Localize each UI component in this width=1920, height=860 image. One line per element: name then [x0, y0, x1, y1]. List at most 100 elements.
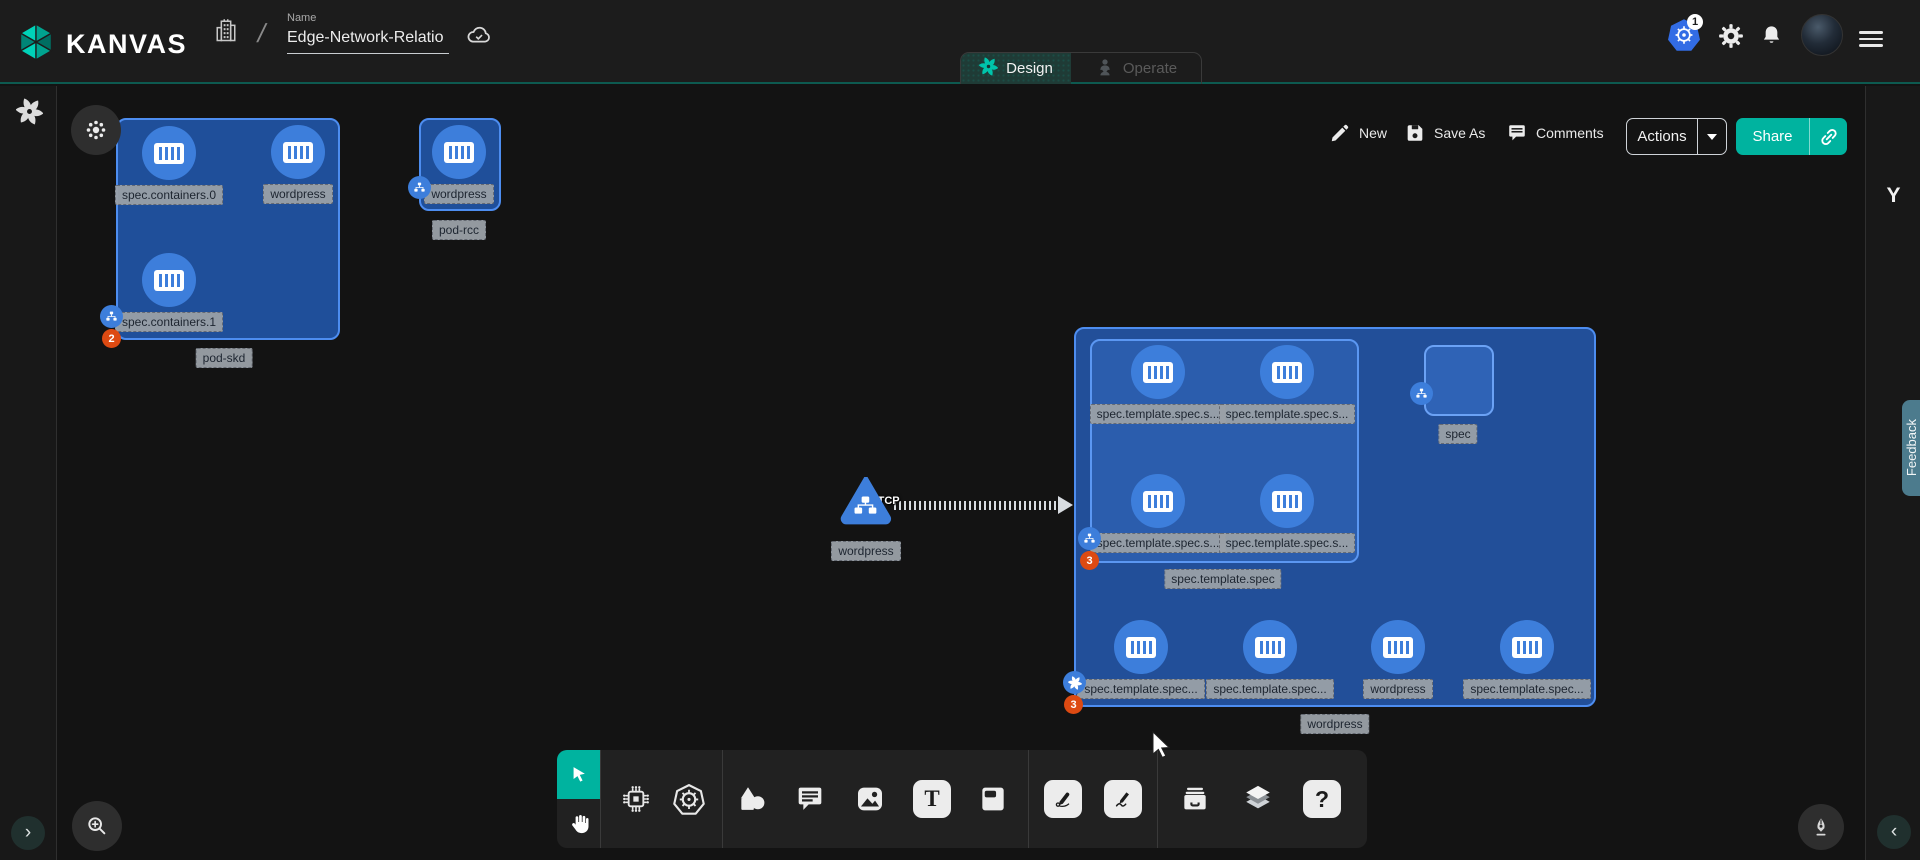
design-name-field[interactable]: Name Edge-Network-Relatio	[287, 12, 449, 54]
toolbar-divider	[1157, 750, 1158, 848]
tab-design[interactable]: Design	[961, 53, 1071, 84]
design-name-label: Name	[287, 12, 449, 24]
settings-gear-icon[interactable]	[1718, 23, 1744, 54]
text-tool[interactable]: T	[913, 780, 951, 818]
toolbar-divider	[600, 750, 601, 848]
notifications-bell-icon[interactable]	[1759, 23, 1784, 53]
node-service-wordpress[interactable]: wordpress	[837, 477, 895, 561]
sitemap-icon	[413, 181, 426, 194]
group-label-pod-skd: pod-skd	[196, 348, 253, 368]
help-square: ?	[1303, 780, 1341, 818]
freehand-draw-tool[interactable]	[1104, 780, 1142, 818]
new-button[interactable]: New	[1329, 122, 1387, 144]
count-badge[interactable]: 3	[1064, 695, 1083, 714]
help-tool[interactable]: ?	[1303, 780, 1341, 818]
service-triangle-icon	[838, 477, 894, 527]
node-wordpress-rcc[interactable]: wordpress	[432, 125, 486, 204]
new-label: New	[1359, 125, 1387, 141]
pan-tool[interactable]	[557, 799, 600, 848]
context-count-badge: 1	[1687, 14, 1703, 30]
layers-icon	[1241, 782, 1275, 816]
tab-operate-label: Operate	[1123, 60, 1177, 77]
layers-tool[interactable]	[1241, 782, 1275, 816]
kubernetes-tool[interactable]	[672, 782, 706, 816]
group-label-spec-template-spec: spec.template.spec	[1164, 569, 1281, 589]
node-label: spec.template.spec...	[1206, 679, 1333, 699]
text-tool-square: T	[913, 780, 951, 818]
image-icon	[854, 783, 886, 815]
components-tool[interactable]	[620, 783, 652, 815]
kanvas-logo-icon	[16, 22, 56, 67]
toolbar-divider	[722, 750, 723, 848]
group-label-deployment: wordpress	[1300, 714, 1369, 734]
container-icon	[142, 253, 196, 307]
feedback-tab[interactable]: Feedback	[1902, 400, 1920, 496]
node-deployment-wordpress[interactable]: wordpress	[1371, 620, 1425, 699]
chevron-down-icon	[1707, 134, 1717, 140]
node-deployment-container-3[interactable]: spec.template.spec...	[1500, 620, 1554, 699]
network-badge[interactable]	[100, 305, 123, 328]
spiral-icon	[1068, 676, 1082, 690]
design-name-value[interactable]: Edge-Network-Relatio	[287, 29, 449, 54]
feedback-label: Feedback	[1904, 419, 1919, 476]
node-spec-containers-1[interactable]: spec.containers.1	[142, 253, 196, 332]
user-avatar[interactable]	[1801, 14, 1843, 56]
group-spec[interactable]	[1424, 345, 1494, 416]
copy-link-section[interactable]	[1810, 126, 1847, 148]
tab-operate[interactable]: Operate	[1071, 53, 1201, 84]
note-tool[interactable]	[977, 783, 1009, 815]
container-icon	[1260, 345, 1314, 399]
node-template-container-2[interactable]: spec.template.spec.s...	[1131, 474, 1185, 553]
node-label: spec.template.spec.s...	[1219, 404, 1356, 424]
spiral-badge[interactable]	[1063, 671, 1086, 694]
actions-dropdown-button[interactable]: Actions	[1626, 118, 1727, 155]
yaml-panel-icon[interactable]: Y	[1866, 184, 1920, 208]
network-badge[interactable]	[1410, 382, 1433, 405]
network-badge[interactable]	[1078, 527, 1101, 550]
node-spec-containers-0[interactable]: spec.containers.0	[142, 126, 196, 205]
breadcrumb-separator: /	[255, 18, 269, 49]
pen-nib-icon	[1809, 815, 1833, 839]
node-template-container-3[interactable]: spec.template.spec.s...	[1260, 474, 1314, 553]
organization-icon[interactable]	[212, 16, 240, 49]
count-badge[interactable]: 2	[102, 329, 121, 348]
zoom-button[interactable]	[72, 801, 122, 851]
expand-right-panel-chevron[interactable]: ‹	[1877, 815, 1911, 849]
group-label-pod-rcc: pod-rcc	[432, 220, 486, 240]
network-badge[interactable]	[408, 176, 431, 199]
actions-caret[interactable]	[1698, 134, 1726, 140]
kanvas-logo[interactable]: KANVAS	[16, 22, 187, 67]
flower-icon	[84, 118, 108, 142]
image-tool[interactable]	[854, 783, 886, 815]
comment-tool[interactable]	[794, 783, 826, 815]
note-icon	[977, 783, 1009, 815]
node-template-container-1[interactable]: spec.template.spec.s...	[1260, 345, 1314, 424]
canvas-node-flower-button[interactable]	[71, 105, 121, 155]
expand-left-panel-chevron[interactable]: ›	[11, 816, 45, 850]
count-badge[interactable]: 3	[1080, 551, 1099, 570]
pen-path-tool[interactable]	[1044, 780, 1082, 818]
container-icon	[1260, 474, 1314, 528]
comment-icon	[794, 783, 826, 815]
container-icon	[1114, 620, 1168, 674]
node-deployment-container-1[interactable]: spec.template.spec...	[1243, 620, 1297, 699]
hamburger-menu-icon[interactable]	[1859, 27, 1883, 51]
container-icon	[1243, 620, 1297, 674]
container-icon	[1131, 474, 1185, 528]
drawer-tool[interactable]	[1179, 783, 1211, 815]
drawing-pen-button[interactable]	[1798, 804, 1844, 850]
container-icon	[271, 125, 325, 179]
edge-service-to-deployment[interactable]	[894, 501, 1060, 510]
node-deployment-container-0[interactable]: spec.template.spec...	[1114, 620, 1168, 699]
group-label-spec: spec	[1438, 424, 1477, 444]
shapes-tool[interactable]	[736, 783, 768, 815]
text-tool-glyph: T	[924, 786, 939, 812]
node-wordpress-container[interactable]: wordpress	[271, 125, 325, 204]
share-button[interactable]: Share	[1736, 118, 1847, 155]
node-template-container-0[interactable]: spec.template.spec.s...	[1131, 345, 1185, 424]
comments-button[interactable]: Comments	[1506, 122, 1604, 144]
select-tool[interactable]	[557, 750, 600, 799]
validate-spiral-icon[interactable]	[16, 98, 43, 130]
bottom-toolbar: T	[557, 750, 1367, 848]
save-as-button[interactable]: Save As	[1404, 122, 1485, 144]
